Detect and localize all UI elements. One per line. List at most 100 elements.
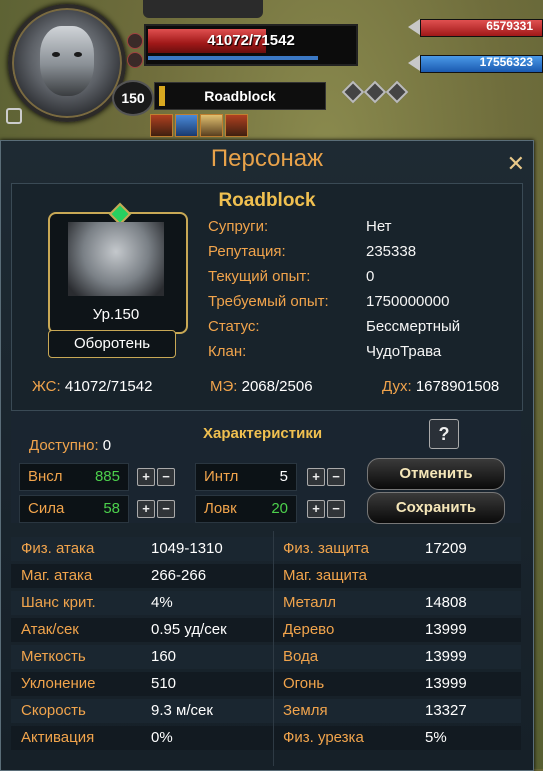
info-value: 1750000000 (366, 293, 450, 310)
arrow-icon (408, 55, 420, 71)
stat-value: 13999 (425, 621, 467, 638)
empty-slot-icon (363, 80, 387, 104)
buff-icon[interactable] (150, 114, 173, 137)
hp-stat-label: ЖС: (32, 378, 61, 395)
plus-button[interactable]: + (137, 500, 155, 518)
buff-slots (341, 80, 409, 105)
character-info-section: Roadblock Ур.150 Оборотень Супруги: Нет Р… (11, 183, 523, 411)
mp-stat: МЭ: 2068/2506 (210, 378, 313, 395)
stats-row: Маг. атака 266-266 Маг. защита (11, 564, 521, 588)
stat-label: Атак/сек (21, 621, 79, 638)
player-level: 150 (112, 80, 154, 116)
attr-dexterity: Ловк 20 (195, 495, 297, 523)
stats-row: Скорость 9.3 м/сек Земля 13327 (11, 699, 521, 723)
minus-button[interactable]: − (327, 500, 345, 518)
stat-value: 13999 (425, 648, 467, 665)
stat-label: Меткость (21, 648, 86, 665)
cancel-button[interactable]: Отменить (367, 458, 505, 490)
save-button[interactable]: Сохранить (367, 492, 505, 524)
target-hp-bar[interactable]: 6579331 (408, 18, 543, 37)
stat-label: Огонь (283, 675, 325, 692)
stats-row: Активация 0% Физ. урезка 5% (11, 726, 521, 750)
info-label: Текущий опыт: (208, 268, 311, 285)
stat-label: Уклонение (21, 675, 96, 692)
stat-label: Металл (283, 594, 337, 611)
target-mp-value: 17556323 (479, 55, 533, 69)
attr-intellect: Интл 5 (195, 463, 297, 491)
window-title: Персонаж (210, 145, 324, 172)
target-hp-value: 6579331 (486, 19, 533, 33)
buff-icon[interactable] (200, 114, 223, 137)
arrow-icon (408, 19, 420, 35)
settings-toggle-icon[interactable] (127, 52, 143, 68)
available-points: Доступно: 0 (29, 437, 111, 454)
player-portrait[interactable] (8, 4, 126, 122)
info-value: Бессмертный (366, 318, 461, 335)
plus-button[interactable]: + (307, 500, 325, 518)
top-icon-strip[interactable] (143, 0, 263, 18)
info-label: Статус: (208, 318, 260, 335)
stat-value: 4% (151, 594, 173, 611)
attr-vitality: Внсл 885 (19, 463, 129, 491)
stat-value: 0.95 уд/сек (151, 621, 227, 638)
character-name: Roadblock (218, 190, 316, 211)
minus-button[interactable]: − (327, 468, 345, 486)
attr-value: 5 (279, 468, 288, 485)
plus-button[interactable]: + (307, 468, 325, 486)
stat-label: Активация (21, 729, 95, 746)
stats-row: Уклонение 510 Огонь 13999 (11, 672, 521, 696)
mp-line (148, 56, 318, 60)
buff-icon[interactable] (175, 114, 198, 137)
info-label: Требуемый опыт: (208, 293, 329, 310)
player-name-bar[interactable]: Roadblock (154, 82, 326, 110)
spirit-stat-value: 1678901508 (415, 378, 500, 395)
stat-value: 13999 (425, 675, 467, 692)
attr-label: Интл (204, 468, 239, 485)
attr-value: 885 (94, 468, 120, 485)
plus-button[interactable]: + (137, 468, 155, 486)
stat-value: 9.3 м/сек (151, 702, 213, 719)
menu-toggle-icon[interactable] (127, 33, 143, 49)
stat-label: Шанс крит. (21, 594, 96, 611)
stats-row: Атак/сек 0.95 уд/сек Дерево 13999 (11, 618, 521, 642)
player-name: Roadblock (204, 88, 276, 104)
stats-table: Физ. атака 1049-1310 Физ. защита 17209 Маг. … (11, 531, 521, 766)
stat-value: 266-266 (151, 567, 207, 584)
buff-bar (150, 114, 250, 142)
target-mp-bar[interactable]: 17556323 (408, 54, 543, 73)
stat-label: Маг. атака (21, 567, 93, 584)
stats-row: Шанс крит. 4% Металл 14808 (11, 591, 521, 615)
close-icon[interactable]: ✕ (507, 151, 525, 177)
attr-strength: Сила 58 (19, 495, 129, 523)
hp-text: 41072/71542 (207, 32, 295, 49)
stat-value: 1049-1310 (151, 540, 223, 557)
spirit-stat-label: Дух: (382, 378, 412, 395)
info-value: Нет (366, 218, 392, 235)
buff-icon[interactable] (225, 114, 248, 137)
lock-icon[interactable] (6, 108, 22, 124)
stat-label: Физ. урезка (283, 729, 364, 746)
stats-row: Меткость 160 Вода 13999 (11, 645, 521, 669)
stat-label: Дерево (283, 621, 335, 638)
info-value: ЧудоТрава (366, 343, 442, 360)
stat-label: Физ. защита (283, 540, 369, 557)
minus-button[interactable]: − (157, 468, 175, 486)
stat-value: 13327 (425, 702, 467, 719)
attr-label: Сила (28, 500, 65, 517)
class-button[interactable]: Оборотень (48, 330, 176, 358)
werewolf-avatar-icon (40, 26, 94, 96)
minus-button[interactable]: − (157, 500, 175, 518)
stat-value: 0% (151, 729, 173, 746)
hp-stat: ЖС: 41072/71542 (32, 378, 152, 395)
werewolf-portrait-icon (68, 222, 164, 296)
help-button[interactable]: ? (429, 419, 459, 449)
stat-value: 160 (151, 648, 177, 665)
empty-slot-icon (385, 80, 409, 104)
stat-label: Физ. атака (21, 540, 95, 557)
mp-stat-value: 2068/2506 (241, 378, 313, 395)
stats-row: Физ. атака 1049-1310 Физ. защита 17209 (11, 537, 521, 561)
stat-value: 14808 (425, 594, 467, 611)
spirit-stat: Дух: 1678901508 (382, 378, 499, 395)
characteristics-section: Характеристики ? Доступно: 0 Внсл 885 + −… (11, 411, 521, 524)
portrait-level: Ур.150 (92, 306, 140, 323)
